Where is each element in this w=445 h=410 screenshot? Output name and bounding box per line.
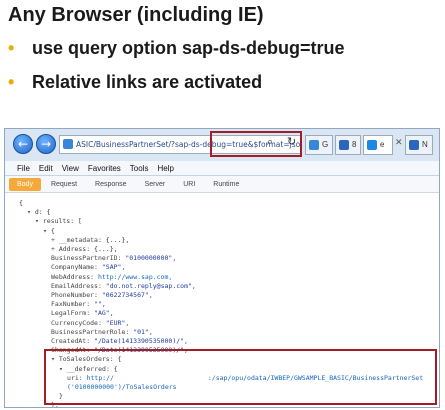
- menu-file[interactable]: File: [17, 164, 30, 173]
- json-line[interactable]: + Address: {...},: [51, 245, 118, 254]
- forward-button[interactable]: →: [36, 134, 56, 154]
- json-punctuation: : {...},: [97, 235, 130, 244]
- json-line: {: [19, 199, 23, 208]
- json-value: "/Date(1413390535000)/",: [94, 337, 188, 345]
- json-line: EmailAddress: "do.not.reply@sap.com",: [51, 282, 196, 291]
- json-key: BusinessPartnerRole:: [51, 327, 134, 336]
- tab-favicon-icon: [409, 140, 419, 150]
- json-value: "AG",: [94, 309, 114, 318]
- browser-tab[interactable]: 8: [335, 135, 361, 155]
- json-value: "0622734567",: [101, 291, 153, 299]
- browser-tab[interactable]: G: [305, 135, 333, 155]
- browser-tab-active[interactable]: e: [363, 135, 393, 155]
- json-punctuation: {: [50, 226, 55, 235]
- json-punctuation: : [: [70, 217, 82, 226]
- expand-icon[interactable]: +: [51, 236, 59, 244]
- bullet-item: • use query option sap-ds-debug=true: [8, 38, 345, 59]
- json-value: "01",: [133, 327, 153, 336]
- bullet-dot-icon: •: [8, 38, 15, 58]
- json-line: PhoneNumber: "0622734567",: [51, 291, 153, 300]
- tab-server[interactable]: Server: [137, 178, 174, 191]
- json-line: BusinessPartnerID: "0100000000",: [51, 254, 176, 263]
- json-key: CurrencyCode:: [51, 318, 106, 327]
- json-line: LegalForm: "AG",: [51, 309, 114, 318]
- collapse-icon[interactable]: ▾: [35, 217, 43, 225]
- page-favicon-icon: [63, 139, 73, 149]
- back-button[interactable]: ←: [13, 134, 33, 154]
- json-line: FaxNumber: "",: [51, 300, 106, 309]
- tab-response[interactable]: Response: [87, 178, 135, 191]
- debug-toolbar: Body Request Response Server URI Runtime: [5, 176, 439, 193]
- close-tab-icon[interactable]: ✕: [395, 137, 403, 148]
- json-line[interactable]: ▾ results: [: [35, 217, 82, 226]
- tab-uri[interactable]: URI: [175, 178, 203, 191]
- json-value: "EUR",: [105, 318, 130, 327]
- json-punctuation: : {...},: [86, 245, 118, 253]
- address-bar-area: ← → ASIC/BusinessPartnerSet/?sap-ds-debu…: [5, 129, 439, 161]
- expand-icon[interactable]: +: [51, 245, 59, 253]
- menu-tools[interactable]: Tools: [130, 164, 149, 173]
- json-punctuation: : {: [38, 208, 51, 217]
- json-value: "0100000000",: [125, 254, 177, 263]
- json-key: WebAddress:: [51, 272, 98, 281]
- json-link[interactable]: http://www.sap.com,: [98, 273, 172, 281]
- menu-edit[interactable]: Edit: [39, 164, 53, 173]
- tab-label: 8: [352, 140, 357, 149]
- bullet-text: Relative links are activated: [32, 72, 263, 92]
- menu-view[interactable]: View: [62, 164, 79, 173]
- browser-tab[interactable]: N: [405, 135, 433, 155]
- collapse-icon[interactable]: ▾: [27, 208, 35, 216]
- tab-favicon-icon: [339, 140, 349, 150]
- tab-label: G: [322, 140, 329, 149]
- slide-title: Any Browser (including IE): [8, 4, 264, 26]
- json-key: results: [42, 217, 71, 226]
- json-key: __metadata: [58, 235, 98, 244]
- json-key: PhoneNumber:: [51, 291, 102, 299]
- json-line: CreatedAt: "/Date(1413390535000)/",: [51, 337, 188, 346]
- tab-runtime[interactable]: Runtime: [205, 178, 247, 191]
- tab-body[interactable]: Body: [9, 177, 41, 191]
- bullet-dot-icon: •: [8, 72, 15, 92]
- json-value: "do.not.reply@sap.com",: [105, 281, 196, 290]
- json-value: "SAP",: [101, 263, 126, 272]
- json-key: Address: [58, 245, 87, 253]
- tab-favicon-icon: [309, 140, 319, 150]
- json-key: CompanyName:: [51, 263, 102, 272]
- url-highlight-box: [210, 131, 302, 157]
- menu-bar: File Edit View Favorites Tools Help: [5, 161, 439, 176]
- json-line[interactable]: ▾ d: {: [27, 208, 51, 217]
- json-line[interactable]: ▾ {: [43, 227, 55, 236]
- sales-orders-highlight-box: [44, 349, 437, 405]
- json-line: BusinessPartnerRole: "01",: [51, 328, 153, 337]
- json-key: LegalForm:: [51, 309, 95, 318]
- tab-label: e: [380, 140, 385, 149]
- json-line: WebAddress: http://www.sap.com,: [51, 273, 172, 282]
- tab-request[interactable]: Request: [43, 178, 85, 191]
- json-line[interactable]: + __metadata: {...},: [51, 236, 129, 245]
- json-key: EmailAddress:: [51, 281, 106, 290]
- json-punctuation: {: [19, 199, 23, 207]
- tab-favicon-icon: [367, 140, 377, 150]
- bullet-text: use query option sap-ds-debug=true: [32, 38, 345, 58]
- bullet-item: • Relative links are activated: [8, 72, 262, 93]
- json-key: FaxNumber:: [51, 300, 95, 309]
- tab-label: N: [422, 140, 428, 149]
- menu-favorites[interactable]: Favorites: [88, 164, 121, 173]
- json-line: CurrencyCode: "EUR",: [51, 319, 129, 328]
- json-line: CompanyName: "SAP",: [51, 263, 125, 272]
- json-key: BusinessPartnerID:: [51, 254, 126, 263]
- json-key: CreatedAt:: [51, 337, 95, 345]
- menu-help[interactable]: Help: [157, 164, 173, 173]
- collapse-icon[interactable]: ▾: [43, 227, 51, 235]
- json-value: "",: [94, 300, 106, 309]
